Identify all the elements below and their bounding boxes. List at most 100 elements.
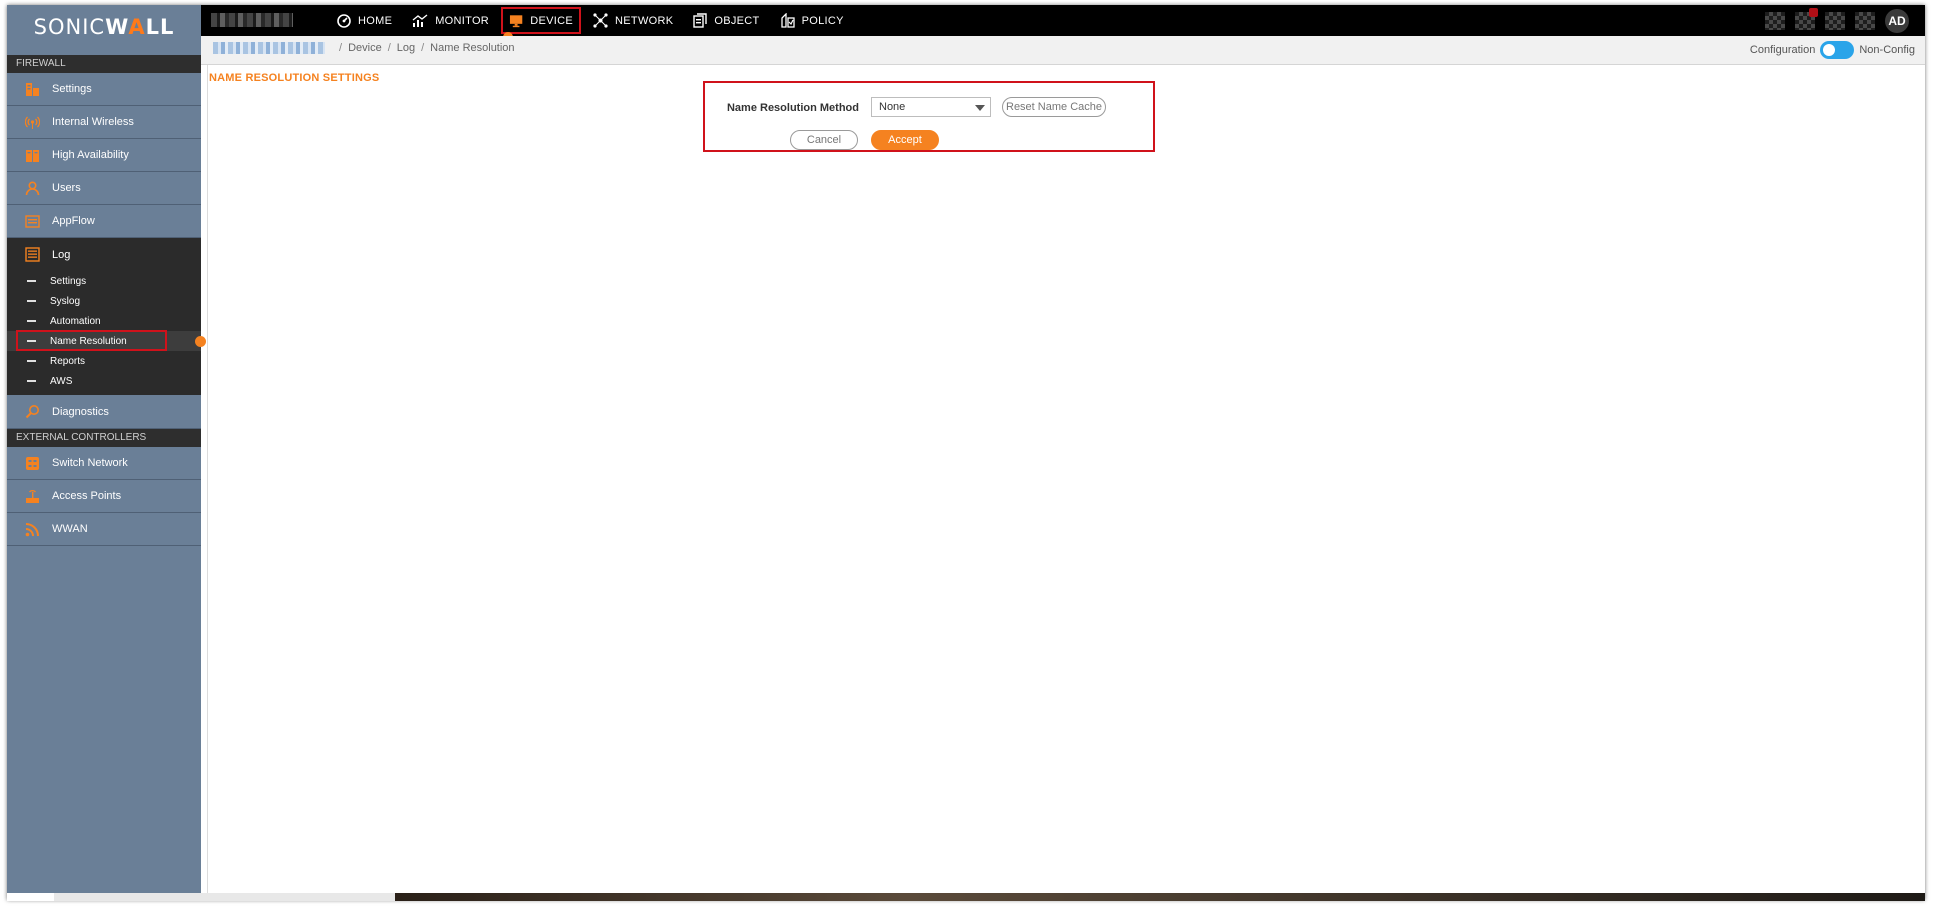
sidebar-item-label: High Availability — [52, 149, 129, 161]
notification-icon[interactable] — [1795, 8, 1818, 30]
notification-badge — [1809, 8, 1818, 17]
sidebar-item-users[interactable]: Users — [7, 172, 201, 205]
sidebar-subitem-automation[interactable]: Automation — [7, 311, 201, 331]
nav-object[interactable]: OBJECT — [683, 5, 769, 36]
chevron-down-icon — [975, 105, 985, 111]
sidebar-item-access-points[interactable]: Access Points — [7, 480, 201, 513]
diagnostics-icon — [24, 404, 40, 420]
log-icon — [24, 247, 40, 263]
tool-icon-redacted[interactable] — [1855, 12, 1875, 30]
brand-logo-text: SONICWALL — [33, 15, 175, 39]
page-title: NAME RESOLUTION SETTINGS — [209, 72, 380, 84]
sidebar-item-log[interactable]: Log — [7, 238, 201, 271]
non-config-mode-label: Non-Config — [1859, 44, 1915, 56]
device-name-redacted — [211, 13, 293, 27]
main-content: NAME RESOLUTION SETTINGS Name Resolution… — [207, 65, 1922, 900]
sidebar-subitem-syslog[interactable]: Syslog — [7, 291, 201, 311]
dash-marker — [27, 340, 36, 342]
sidebar-section-firewall: FIREWALL — [7, 55, 201, 73]
breadcrumb-log[interactable]: Log — [397, 42, 415, 54]
sidebar-item-label: Diagnostics — [52, 405, 109, 418]
user-icon — [24, 180, 40, 196]
config-mode-switch[interactable] — [1820, 41, 1855, 59]
sidebar-subitem-label: Syslog — [50, 295, 81, 307]
nav-object-label: OBJECT — [714, 14, 760, 27]
nav-monitor-label: MONITOR — [435, 14, 490, 27]
sidebar-item-internal-wireless[interactable]: Internal Wireless — [7, 106, 201, 139]
nav-policy-label: POLICY — [801, 14, 844, 27]
breadcrumb: / Device / Log / Name Resolution — [339, 42, 515, 54]
dash-marker — [27, 360, 36, 362]
top-navigation: HOME MONITOR DEVICE NETWORK OBJECT POLIC… — [327, 5, 854, 42]
sidebar-subitem-label: Automation — [50, 315, 101, 327]
name-resolution-method-select[interactable]: None — [871, 97, 991, 117]
sidebar-item-settings[interactable]: Settings — [7, 73, 201, 106]
cancel-button[interactable]: Cancel — [790, 130, 858, 150]
method-select-value: None — [879, 101, 906, 113]
chart-icon — [412, 13, 428, 27]
sidebar-item-wwan[interactable]: WWAN — [7, 513, 201, 546]
toggle-knob — [1823, 44, 1836, 56]
sidebar-subitem-label: Name Resolution — [50, 335, 127, 347]
dash-marker — [27, 380, 36, 382]
tool-icon-redacted[interactable] — [1765, 12, 1785, 30]
appflow-icon — [24, 213, 40, 229]
method-label: Name Resolution Method — [726, 102, 859, 114]
dash-marker — [27, 320, 36, 322]
sidebar-item-label: WWAN — [52, 523, 88, 535]
access-point-icon — [24, 488, 40, 504]
sidebar-subitem-label: AWS — [50, 375, 73, 387]
sidebar-item-label: Switch Network — [52, 457, 128, 469]
background-strip — [7, 893, 1925, 901]
sidebar-item-label: Access Points — [52, 490, 122, 502]
tool-icon-redacted[interactable] — [1825, 12, 1845, 30]
sidebar-section-external-controllers: EXTERNAL CONTROLLERS — [7, 429, 201, 447]
name-resolution-form: Name Resolution Method None Reset Name C… — [703, 81, 1155, 152]
nav-home[interactable]: HOME — [327, 5, 402, 36]
nav-home-label: HOME — [358, 14, 393, 27]
dash-marker — [27, 300, 36, 302]
config-mode-toggle: Configuration Non-Config — [1750, 41, 1915, 59]
device-serial-redacted — [213, 42, 325, 54]
network-nodes-icon — [593, 13, 608, 28]
sidebar-subitem-aws[interactable]: AWS — [7, 371, 201, 391]
sidebar-item-appflow[interactable]: AppFlow — [7, 205, 201, 238]
user-avatar[interactable]: AD — [1885, 9, 1909, 33]
accept-button[interactable]: Accept — [871, 130, 939, 150]
active-indicator-dot — [195, 336, 206, 347]
nav-device-label: DEVICE — [530, 14, 574, 27]
wwan-icon — [24, 521, 40, 537]
monitor-icon — [509, 14, 523, 27]
nav-device[interactable]: DEVICE — [499, 5, 583, 42]
sidebar-item-label: Log — [52, 248, 71, 261]
nav-policy[interactable]: POLICY — [770, 5, 854, 36]
sidebar-item-switch-network[interactable]: Switch Network — [7, 447, 201, 480]
settings-device-icon — [24, 81, 40, 97]
policy-icon — [780, 13, 795, 28]
reset-name-cache-button[interactable]: Reset Name Cache — [1002, 97, 1106, 117]
wireless-icon — [24, 114, 40, 130]
sidebar-subitem-settings[interactable]: Settings — [7, 271, 201, 291]
breadcrumb-bar: / Device / Log / Name Resolution Configuratio… — [201, 36, 1925, 65]
top-right-tools: AD — [1765, 8, 1909, 33]
sidebar-item-label: Settings — [52, 83, 92, 95]
sidebar-subitem-name-resolution[interactable]: Name Resolution — [7, 330, 206, 351]
nav-monitor[interactable]: MONITOR — [402, 5, 499, 36]
brand-logo[interactable]: SONICWALL — [7, 5, 201, 55]
top-bar: HOME MONITOR DEVICE NETWORK OBJECT POLIC… — [7, 5, 1925, 42]
sidebar-item-diagnostics[interactable]: Diagnostics — [7, 395, 201, 429]
sidebar-item-label: AppFlow — [52, 215, 95, 227]
dashboard-gauge-icon — [337, 13, 351, 28]
sidebar-subitem-label: Reports — [50, 355, 86, 367]
breadcrumb-device[interactable]: Device — [348, 42, 382, 54]
switch-network-icon — [24, 455, 40, 471]
app-window: HOME MONITOR DEVICE NETWORK OBJECT POLIC… — [7, 5, 1925, 900]
high-availability-icon — [24, 147, 40, 163]
breadcrumb-current: Name Resolution — [430, 42, 515, 54]
sidebar-item-label: Users — [52, 182, 81, 194]
nav-network[interactable]: NETWORK — [583, 5, 683, 36]
sidebar-subitem-reports[interactable]: Reports — [7, 351, 201, 371]
sidebar-item-high-availability[interactable]: High Availability — [7, 139, 201, 172]
dash-marker — [27, 280, 36, 282]
object-icon — [693, 13, 708, 28]
